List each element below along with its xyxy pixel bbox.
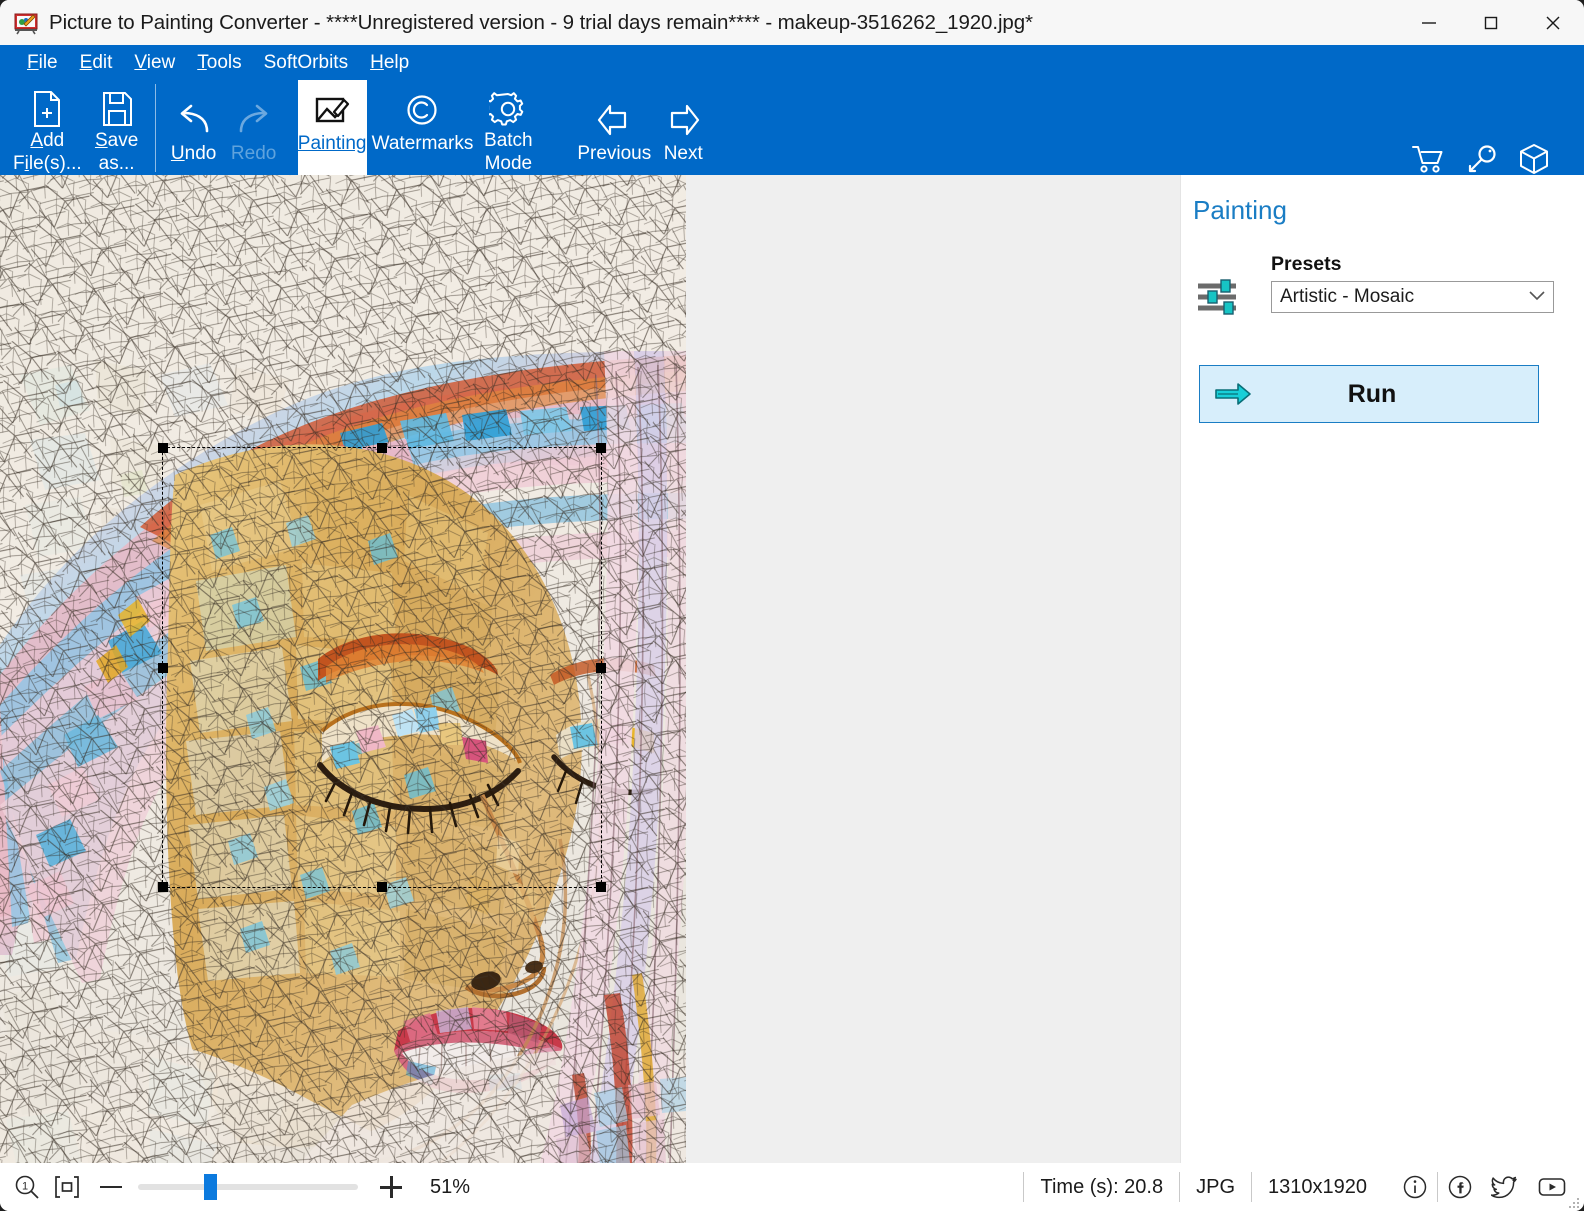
toolbar-button-add-files[interactable]: AddFile(s)... [8,80,87,175]
minimize-button[interactable] [1398,0,1460,45]
menu-bar: File Edit View Tools SoftOrbits Help [0,45,420,80]
arrow-right-run-icon [1214,381,1252,407]
toolbar-separator [155,84,156,172]
add-file-icon [30,88,64,129]
toolbar-button-save-as[interactable]: Saveas... [87,80,147,175]
presets-dropdown[interactable]: Artistic - Mosaic [1271,281,1554,313]
run-button[interactable]: Run [1199,365,1539,423]
gear-icon [489,88,527,129]
application-window: Picture to Painting Converter - ****Unre… [0,0,1584,1211]
canvas-area[interactable] [0,175,1180,1163]
run-button-label: Run [1252,380,1492,409]
mosaic-portrait-image [0,175,686,1163]
zoom-fit-icon[interactable] [54,1174,80,1200]
toolbar-button-next[interactable]: Next [656,80,710,175]
close-button[interactable] [1522,0,1584,45]
toolbar-button-batch-mode[interactable]: BatchMode [478,80,538,175]
chevron-down-icon [1529,288,1545,306]
format-field: JPG [1179,1172,1251,1202]
arrow-right-icon [665,98,701,142]
maximize-button[interactable] [1460,0,1522,45]
toolbar-button-undo[interactable]: Undo [164,80,224,175]
toolbar-label: AddFile(s)... [13,129,82,175]
toolbar-label: Saveas... [95,129,138,175]
zoom-percent-label: 51% [430,1176,470,1199]
undo-icon [174,98,214,142]
key-icon[interactable] [1466,144,1498,175]
dimensions-field: 1310x1920 [1251,1172,1383,1202]
toolbar-button-painting[interactable]: Painting [298,80,367,175]
toolbar-label: Undo [171,142,216,165]
app-icon [14,11,38,35]
copyright-icon [404,88,440,132]
presets-selected-value: Artistic - Mosaic [1280,286,1529,308]
toolbar-label: Watermarks [372,132,474,155]
info-icon[interactable] [1393,1174,1437,1200]
menu-item-edit[interactable]: Edit [69,50,124,76]
zoom-slider[interactable] [138,1184,358,1190]
title-bar: Picture to Painting Converter - ****Unre… [0,0,1584,45]
toolbar-label: Redo [231,142,276,165]
menu-item-tools[interactable]: Tools [186,50,252,76]
window-title: Picture to Painting Converter - ****Unre… [49,11,1033,35]
status-bar-right: Time (s): 20.8 JPG 1310x1920 [1023,1163,1576,1211]
toolbar-right-icons [1412,143,1550,175]
presets-label: Presets [1271,253,1341,276]
status-bar: 1 51% Time (s): 20.8 JPG 1310x1920 [0,1163,1584,1211]
toolbar-button-redo[interactable]: Redo [224,80,284,175]
panel-title: Painting [1193,195,1287,226]
save-icon [100,88,134,129]
menu-item-softorbits[interactable]: SoftOrbits [253,50,359,76]
painting-icon [314,88,350,132]
menu-item-file[interactable]: File [16,50,69,76]
zoom-actual-size-icon[interactable]: 1 [14,1174,40,1200]
toolbar: AddFile(s)... Saveas... [8,80,710,175]
box-icon[interactable] [1518,143,1550,175]
sliders-icon [1195,275,1239,319]
toolbar-label: Next [664,142,703,165]
window-controls [1398,0,1584,45]
toolbar-button-previous[interactable]: Previous [572,80,656,175]
image-preview[interactable] [0,175,686,1163]
resize-grip[interactable] [1568,1196,1580,1208]
toolbar-button-watermarks[interactable]: Watermarks [367,80,479,175]
menu-item-help[interactable]: Help [359,50,420,76]
zoom-slider-thumb[interactable] [204,1174,217,1200]
time-field: Time (s): 20.8 [1023,1172,1179,1202]
menu-item-view[interactable]: View [123,50,186,76]
zoom-out-button[interactable] [100,1186,122,1189]
twitter-icon[interactable] [1482,1174,1528,1200]
painting-panel: Painting Presets Artistic - Mosaic [1180,175,1584,1163]
facebook-icon[interactable] [1438,1174,1482,1200]
toolbar-label: BatchMode [484,129,533,175]
zoom-in-button[interactable] [380,1176,402,1198]
ribbon: File Edit View Tools SoftOrbits Help Add… [0,45,1584,175]
arrow-left-icon [596,98,632,142]
redo-icon [234,98,274,142]
toolbar-label: Previous [577,142,651,165]
toolbar-label: Painting [298,132,367,155]
cart-icon[interactable] [1412,144,1446,175]
svg-text:1: 1 [22,1181,28,1193]
